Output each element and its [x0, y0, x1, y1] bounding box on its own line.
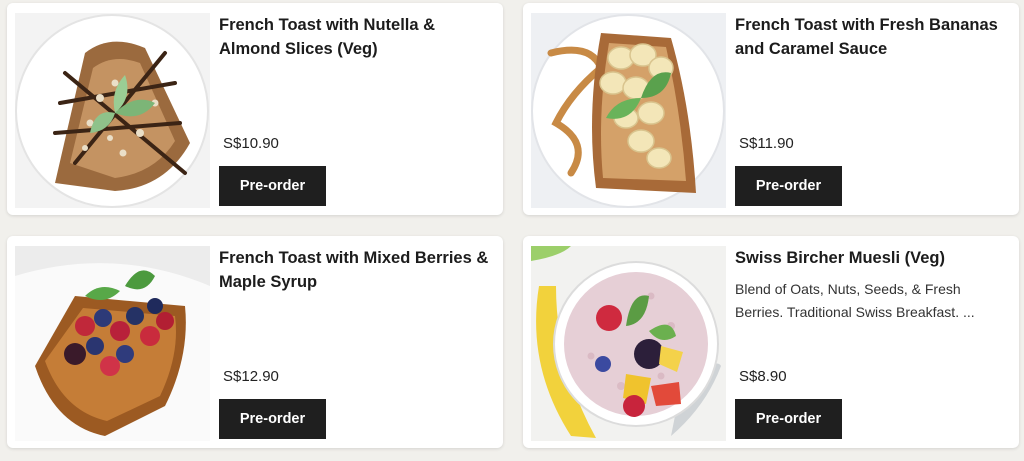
item-price: S$8.90: [739, 368, 787, 385]
pre-order-button[interactable]: Pre-order: [735, 166, 842, 206]
item-title: French Toast with Nutella & Almond Slice…: [219, 16, 436, 58]
food-photo: [531, 246, 726, 441]
item-title: French Toast with Fresh Bananas and Cara…: [735, 16, 998, 58]
pre-order-button[interactable]: Pre-order: [219, 399, 326, 439]
menu-item-card: Swiss Bircher Muesli (Veg) Blend of Oats…: [523, 236, 1019, 448]
item-price: S$11.90: [739, 135, 794, 152]
pre-order-button[interactable]: Pre-order: [735, 399, 842, 439]
item-title: Swiss Bircher Muesli (Veg): [735, 249, 945, 267]
menu-item-card: French Toast with Mixed Berries & Maple …: [7, 236, 503, 448]
food-photo: [15, 246, 210, 441]
item-price: S$10.90: [223, 135, 279, 152]
food-photo: [15, 13, 210, 208]
item-price: S$12.90: [223, 368, 279, 385]
food-photo: [531, 13, 726, 208]
item-title: French Toast with Mixed Berries & Maple …: [219, 249, 489, 291]
menu-item-card: French Toast with Fresh Bananas and Cara…: [523, 3, 1019, 215]
pre-order-button[interactable]: Pre-order: [219, 166, 326, 206]
menu-item-card: French Toast with Nutella & Almond Slice…: [7, 3, 503, 215]
item-description: Blend of Oats, Nuts, Seeds, & Fresh Berr…: [735, 281, 975, 320]
